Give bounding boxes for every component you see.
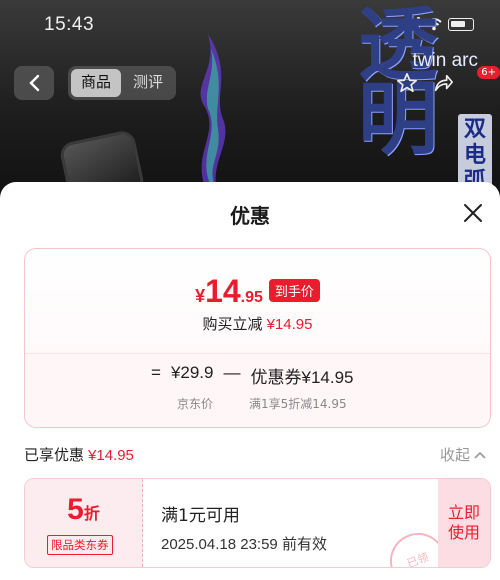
status-time: 15:43 (44, 14, 95, 35)
jd-price: ¥29.9 (170, 363, 214, 382)
enjoyed-label: 已享优惠 (24, 446, 85, 464)
price-breakdown-card: ¥14.95 到手价 购买立减 ¥14.95 = ¥29.9 — 优惠券¥14.9… (24, 248, 491, 428)
coupon-caption: 满1享5折减14.95 (249, 397, 347, 411)
cart-badge: 6+ (477, 66, 500, 79)
battery-icon (448, 18, 474, 31)
coupon-discount: 5折 (67, 493, 100, 526)
jd-price-caption: 京东价 (177, 397, 214, 411)
header-actions (396, 72, 486, 94)
star-icon[interactable] (396, 72, 418, 94)
price-formula: = ¥29.9 — 优惠券¥14.95 (151, 363, 353, 388)
minus-sign: — (223, 363, 241, 382)
enjoyed-discount-row: 已享优惠 ¥14.95 收起 (24, 444, 486, 464)
instant-discount-amount: ¥14.95 (266, 316, 313, 333)
tab-product[interactable]: 商品 (71, 69, 122, 97)
equals-sign: = (151, 363, 161, 382)
collapse-label: 收起 (439, 446, 470, 464)
coupon-condition: 满1元可用 (161, 506, 240, 526)
product-tabs: 商品 测评 (68, 66, 177, 100)
collapse-button[interactable]: 收起 (440, 444, 486, 465)
use-now-button[interactable]: 立即使用 (438, 479, 490, 567)
instant-discount-label: 购买立减 (202, 315, 263, 333)
final-price: ¥14.95 (195, 273, 263, 309)
final-price-tag: 到手价 (268, 279, 320, 302)
coupon-type-tag: 限品类东券 (47, 535, 113, 555)
share-icon[interactable] (432, 72, 454, 94)
enjoyed-amount: ¥14.95 (88, 447, 134, 464)
sheet-title: 优惠 (230, 204, 270, 228)
close-icon[interactable] (462, 202, 484, 224)
chevron-up-icon (474, 451, 486, 459)
chevron-left-icon (29, 74, 40, 92)
coupon-amount: 优惠券¥14.95 (250, 368, 354, 387)
coupon-expiry: 2025.04.18 23:59 前有效 (161, 536, 327, 553)
product-page-background: 15:43 透明 twin arc 双电弧 商品 测评 6+ (0, 0, 500, 200)
product-arc-image (200, 34, 226, 194)
banner-brand-text: twin arc (412, 50, 478, 71)
instant-discount-row: 购买立减 ¥14.95 (25, 313, 490, 334)
discount-sheet: 优惠 ¥14.95 到手价 购买立减 ¥14.95 = ¥29.9 — 优惠券¥1… (0, 182, 500, 580)
coupon-card: 5折 限品类东券 满1元可用 2025.04.18 23:59 前有效 已领 立… (24, 478, 491, 568)
back-button[interactable] (14, 66, 54, 100)
tab-review[interactable]: 测评 (123, 69, 173, 97)
final-price-row: ¥14.95 到手价 (25, 273, 490, 310)
coupon-discount-panel: 5折 限品类东券 (25, 479, 143, 567)
